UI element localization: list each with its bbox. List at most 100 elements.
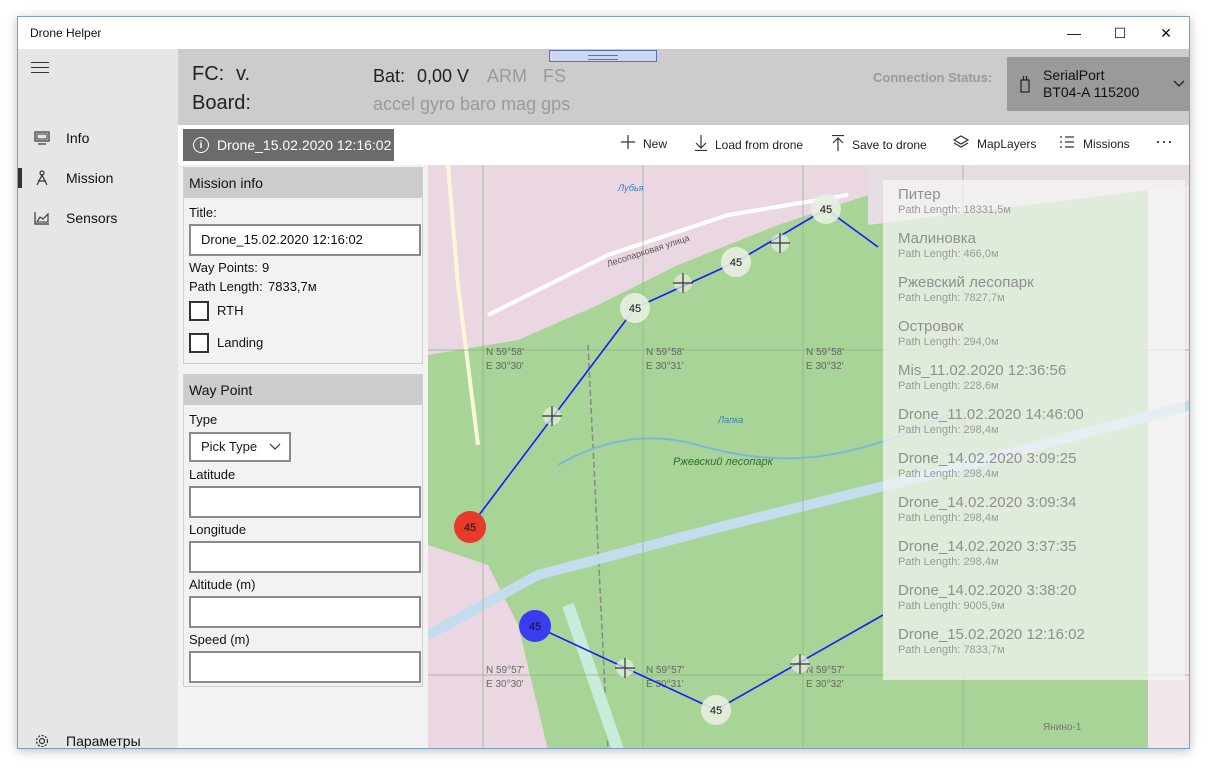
latitude-field[interactable] — [189, 486, 421, 518]
button-label: Save to drone — [852, 138, 927, 152]
map-coord-label: N 59°57' — [646, 665, 684, 676]
longitude-field[interactable] — [189, 541, 421, 573]
more-options-button[interactable]: ··· — [1155, 131, 1173, 152]
map-coord-label: E 30°31' — [646, 361, 684, 372]
button-label: Load from drone — [715, 138, 804, 152]
map-place-label: Янино-1 — [1043, 722, 1082, 733]
altitude-label: Altitude (m) — [189, 577, 256, 592]
mission-list-item[interactable]: Ржевский лесопарк Path Length: 7827,7м — [898, 274, 1034, 304]
dropdown-value: Pick Type — [201, 439, 258, 454]
plug-icon — [1007, 75, 1043, 93]
way-point-card: Way Point Type Pick Type Latitude Longit… — [183, 374, 423, 687]
fc-label: FC: — [192, 63, 225, 85]
current-mission-tag[interactable]: i Drone_15.02.2020 12:16:02 — [183, 129, 394, 161]
arm-status: ARM — [487, 66, 527, 86]
map-coord-label: N 59°58' — [806, 347, 844, 358]
waypoint-type-dropdown[interactable]: Pick Type — [189, 432, 291, 462]
way-point-heading: Way Point — [184, 375, 422, 405]
layers-icon — [952, 135, 970, 153]
map-coord-label: N 59°58' — [486, 347, 524, 358]
current-mission-name: Drone_15.02.2020 12:16:02 — [217, 137, 392, 153]
mission-list-item[interactable]: Островок Path Length: 294,0м — [898, 318, 999, 348]
path-length-label: Path Length: — [189, 279, 263, 294]
nav-item-label: Sensors — [66, 210, 118, 226]
mission-panel: Mission info Title: Drone_15.02.2020 12:… — [178, 165, 428, 748]
drag-grip-handle[interactable] — [549, 50, 657, 62]
map-coord-label: N 59°57' — [486, 665, 524, 676]
mission-list-item[interactable]: Drone_14.02.2020 3:09:34 Path Length: 298… — [898, 494, 1076, 524]
speed-field[interactable] — [189, 651, 421, 683]
connection-dropdown[interactable]: SerialPort BT04-A 115200 — [1007, 57, 1189, 111]
nav-item-label: Параметры — [66, 733, 141, 749]
map-coord-label: N 59°58' — [646, 347, 684, 358]
landing-checkbox[interactable] — [189, 333, 209, 353]
new-mission-button[interactable]: New — [621, 135, 667, 153]
map-park-label: Ржевский лесопарк — [673, 456, 774, 468]
svg-text:45: 45 — [629, 303, 641, 315]
mission-list-item[interactable]: Малиновка Path Length: 466,0м — [898, 230, 999, 260]
map-river-lubya-label: Лубья — [617, 183, 644, 193]
nav-item-label: Mission — [66, 170, 114, 186]
nav-item-settings[interactable]: Параметры — [18, 721, 178, 749]
gear-icon — [18, 733, 66, 748]
mission-list-item[interactable]: Drone_14.02.2020 3:09:25 Path Length: 298… — [898, 450, 1076, 480]
monitor-icon — [18, 131, 66, 145]
mission-title-field[interactable]: Drone_15.02.2020 12:16:02 — [189, 224, 421, 256]
svg-text:45: 45 — [529, 621, 541, 633]
command-bar: i Drone_15.02.2020 12:16:02 New Load fro… — [178, 125, 1189, 165]
mission-list-item[interactable]: Drone_14.02.2020 3:38:20 Path Length: 900… — [898, 582, 1076, 612]
status-header: FC: v. Board: Bat: 0,00 V ARM FS accel g… — [178, 49, 1189, 125]
drone-icon — [18, 170, 66, 186]
waypoints-label: Way Points: — [189, 260, 258, 275]
nav-item-info[interactable]: Info — [18, 118, 178, 158]
maximize-button[interactable]: ☐ — [1097, 17, 1143, 49]
fc-version: v. — [236, 63, 251, 85]
missions-button[interactable]: Missions — [1059, 135, 1130, 153]
start-waypoint-marker[interactable]: 45 — [454, 511, 486, 543]
mission-list-item[interactable]: Drone_11.02.2020 14:46:00 Path Length: 29… — [898, 406, 1084, 436]
landing-label: Landing — [217, 335, 264, 350]
button-label: New — [643, 137, 668, 151]
mission-list-item[interactable]: Питер Path Length: 18331,5м — [898, 186, 1011, 216]
waypoint-marker[interactable]: 45 — [811, 194, 841, 224]
close-button[interactable]: ✕ — [1143, 17, 1189, 49]
map-layers-button[interactable]: MapLayers — [952, 135, 1036, 153]
path-length-value: 7833,7м — [268, 279, 317, 294]
mission-list-item[interactable]: Drone_14.02.2020 3:37:35 Path Length: 298… — [898, 538, 1076, 568]
title-label: Title: — [189, 205, 217, 220]
mission-list-item[interactable]: Mis_11.02.2020 12:36:56 Path Length: 228,… — [898, 362, 1066, 392]
svg-text:45: 45 — [730, 257, 742, 269]
type-label: Type — [189, 412, 218, 427]
mission-list-item[interactable]: Drone_15.02.2020 12:16:02 Path Length: 78… — [898, 626, 1085, 656]
download-icon — [695, 135, 707, 155]
hamburger-menu-icon[interactable] — [31, 62, 49, 76]
longitude-label: Longitude — [189, 522, 247, 537]
nav-item-sensors[interactable]: Sensors — [18, 198, 178, 238]
minimize-button[interactable]: — — [1051, 17, 1097, 49]
window-title: Drone Helper — [30, 26, 102, 40]
nav-item-mission[interactable]: Mission — [18, 158, 178, 198]
title-bar: Drone Helper — ☐ ✕ — [18, 17, 1189, 49]
speed-label: Speed (m) — [189, 632, 250, 647]
home-waypoint-marker[interactable]: 45 — [519, 610, 551, 642]
rth-checkbox[interactable] — [189, 301, 209, 321]
map-coord-label: E 30°30' — [486, 679, 524, 690]
waypoint-marker[interactable]: 45 — [701, 695, 731, 725]
failsafe-status: FS — [543, 66, 567, 86]
missions-list-panel: Питер Path Length: 18331,5м Малиновка Path… — [883, 180, 1185, 680]
altitude-field[interactable] — [189, 596, 421, 628]
list-icon — [1059, 135, 1075, 153]
nav-item-label: Info — [66, 130, 90, 146]
waypoint-marker[interactable]: 45 — [721, 247, 751, 277]
plus-icon — [621, 135, 635, 153]
mission-info-card: Mission info Title: Drone_15.02.2020 12:… — [183, 167, 423, 364]
nav-sidebar: Info Mission Sensors Параметры — [18, 49, 178, 749]
map-coord-label: E 30°30' — [486, 361, 524, 372]
svg-text:45: 45 — [710, 705, 722, 717]
save-to-drone-button[interactable]: Save to drone — [832, 134, 927, 155]
chevron-down-icon — [269, 434, 281, 460]
load-from-drone-button[interactable]: Load from drone — [695, 135, 803, 155]
mission-info-heading: Mission info — [184, 168, 422, 198]
waypoint-marker[interactable]: 45 — [620, 293, 650, 323]
info-icon: i — [193, 137, 209, 153]
